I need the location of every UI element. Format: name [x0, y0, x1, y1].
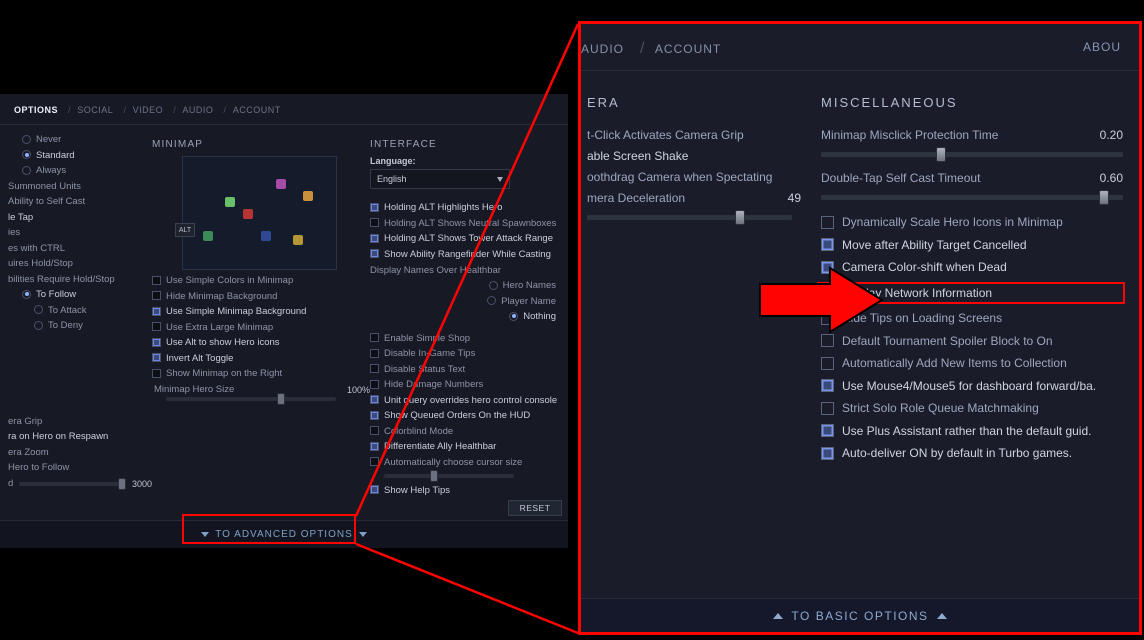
callout-arrow-icon	[760, 268, 882, 332]
callout-lines	[0, 0, 1144, 640]
